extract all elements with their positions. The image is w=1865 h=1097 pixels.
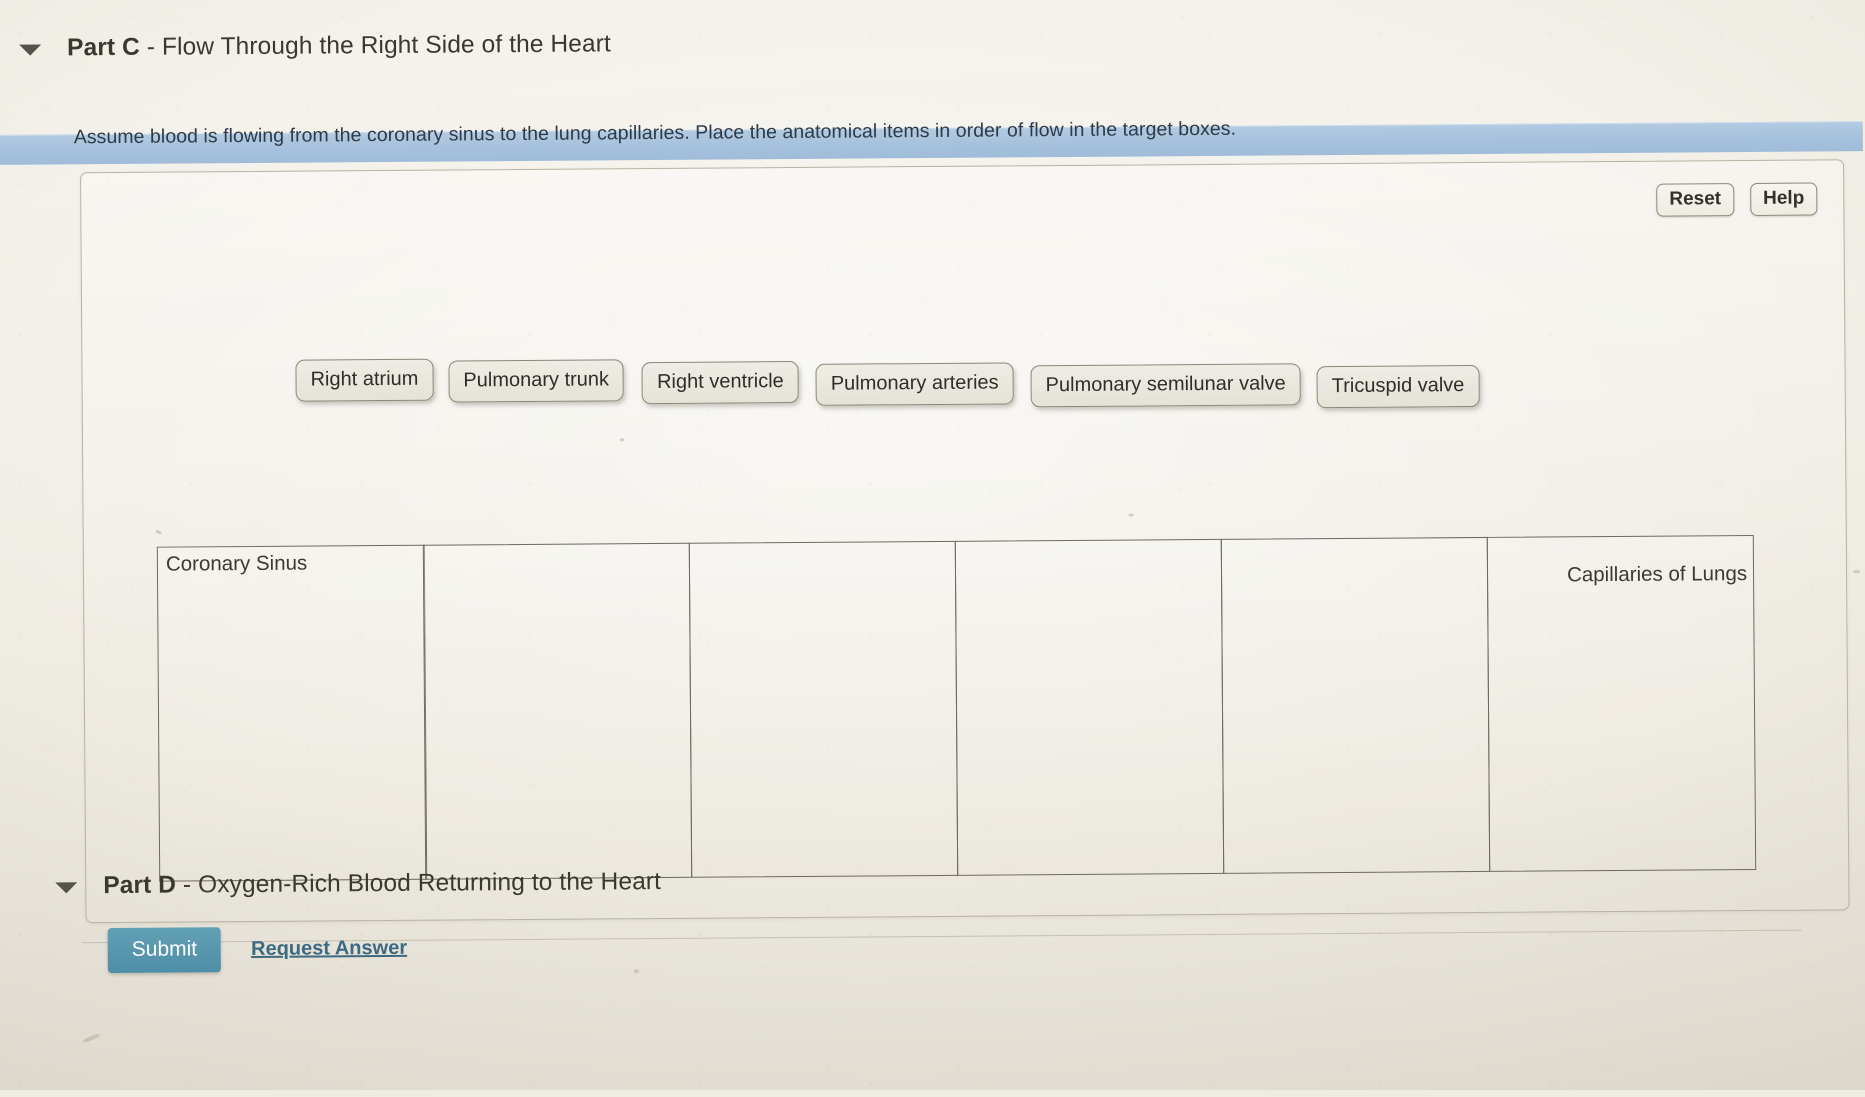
triangle-down-icon[interactable] <box>19 44 42 56</box>
part-c-label: Part C <box>67 33 140 62</box>
target-box[interactable] <box>422 542 693 880</box>
submit-row: Submit Request Answer <box>107 926 408 974</box>
target-box-row: Coronary Sinus Capillaries of Lungs <box>156 534 1757 882</box>
reset-button[interactable]: Reset <box>1656 183 1735 217</box>
part-c-header[interactable]: Part C - Flow Through the Right Side of … <box>19 30 611 62</box>
part-c-title: Part C - Flow Through the Right Side of … <box>67 30 611 62</box>
panel-toolbar: Reset Help <box>1656 182 1818 217</box>
part-d-separator: - <box>175 871 199 899</box>
part-d-title: Part D - Oxygen-Rich Blood Returning to … <box>103 868 661 900</box>
draggable-tile[interactable]: Right ventricle <box>641 360 799 405</box>
paper-speck <box>1128 513 1134 517</box>
target-box[interactable]: Capillaries of Lungs <box>1486 534 1757 872</box>
paper-speck <box>633 969 639 974</box>
triangle-down-icon[interactable] <box>55 881 78 893</box>
draggable-tile[interactable]: Pulmonary semilunar valve <box>1030 363 1301 408</box>
request-answer-link[interactable]: Request Answer <box>251 937 407 961</box>
source-tile-bank: Right atrium Pulmonary trunk Right ventr… <box>295 351 1480 416</box>
draggable-tile[interactable]: Right atrium <box>295 358 434 403</box>
part-d-subtitle: Oxygen-Rich Blood Returning to the Heart <box>198 868 662 899</box>
draggable-tile[interactable]: Tricuspid valve <box>1316 364 1480 409</box>
target-box[interactable] <box>1220 536 1491 874</box>
target-box-label: Capillaries of Lungs <box>1566 562 1748 587</box>
target-box[interactable] <box>688 540 959 878</box>
paper-speck <box>82 1032 101 1044</box>
target-box-label: Coronary Sinus <box>165 551 308 576</box>
target-box[interactable]: Coronary Sinus <box>156 544 427 882</box>
part-c-subtitle: Flow Through the Right Side of the Heart <box>161 30 611 61</box>
draggable-tile[interactable]: Pulmonary trunk <box>448 359 625 403</box>
target-box[interactable] <box>954 538 1225 876</box>
paper-speck <box>1853 570 1861 574</box>
help-button[interactable]: Help <box>1749 182 1818 216</box>
paper-speck <box>620 438 625 442</box>
draggable-tile[interactable]: Pulmonary arteries <box>815 362 1014 407</box>
part-c-separator: - <box>139 33 163 61</box>
submit-button[interactable]: Submit <box>107 927 222 974</box>
part-d-header[interactable]: Part D - Oxygen-Rich Blood Returning to … <box>55 868 661 900</box>
part-d-label: Part D <box>103 871 177 900</box>
